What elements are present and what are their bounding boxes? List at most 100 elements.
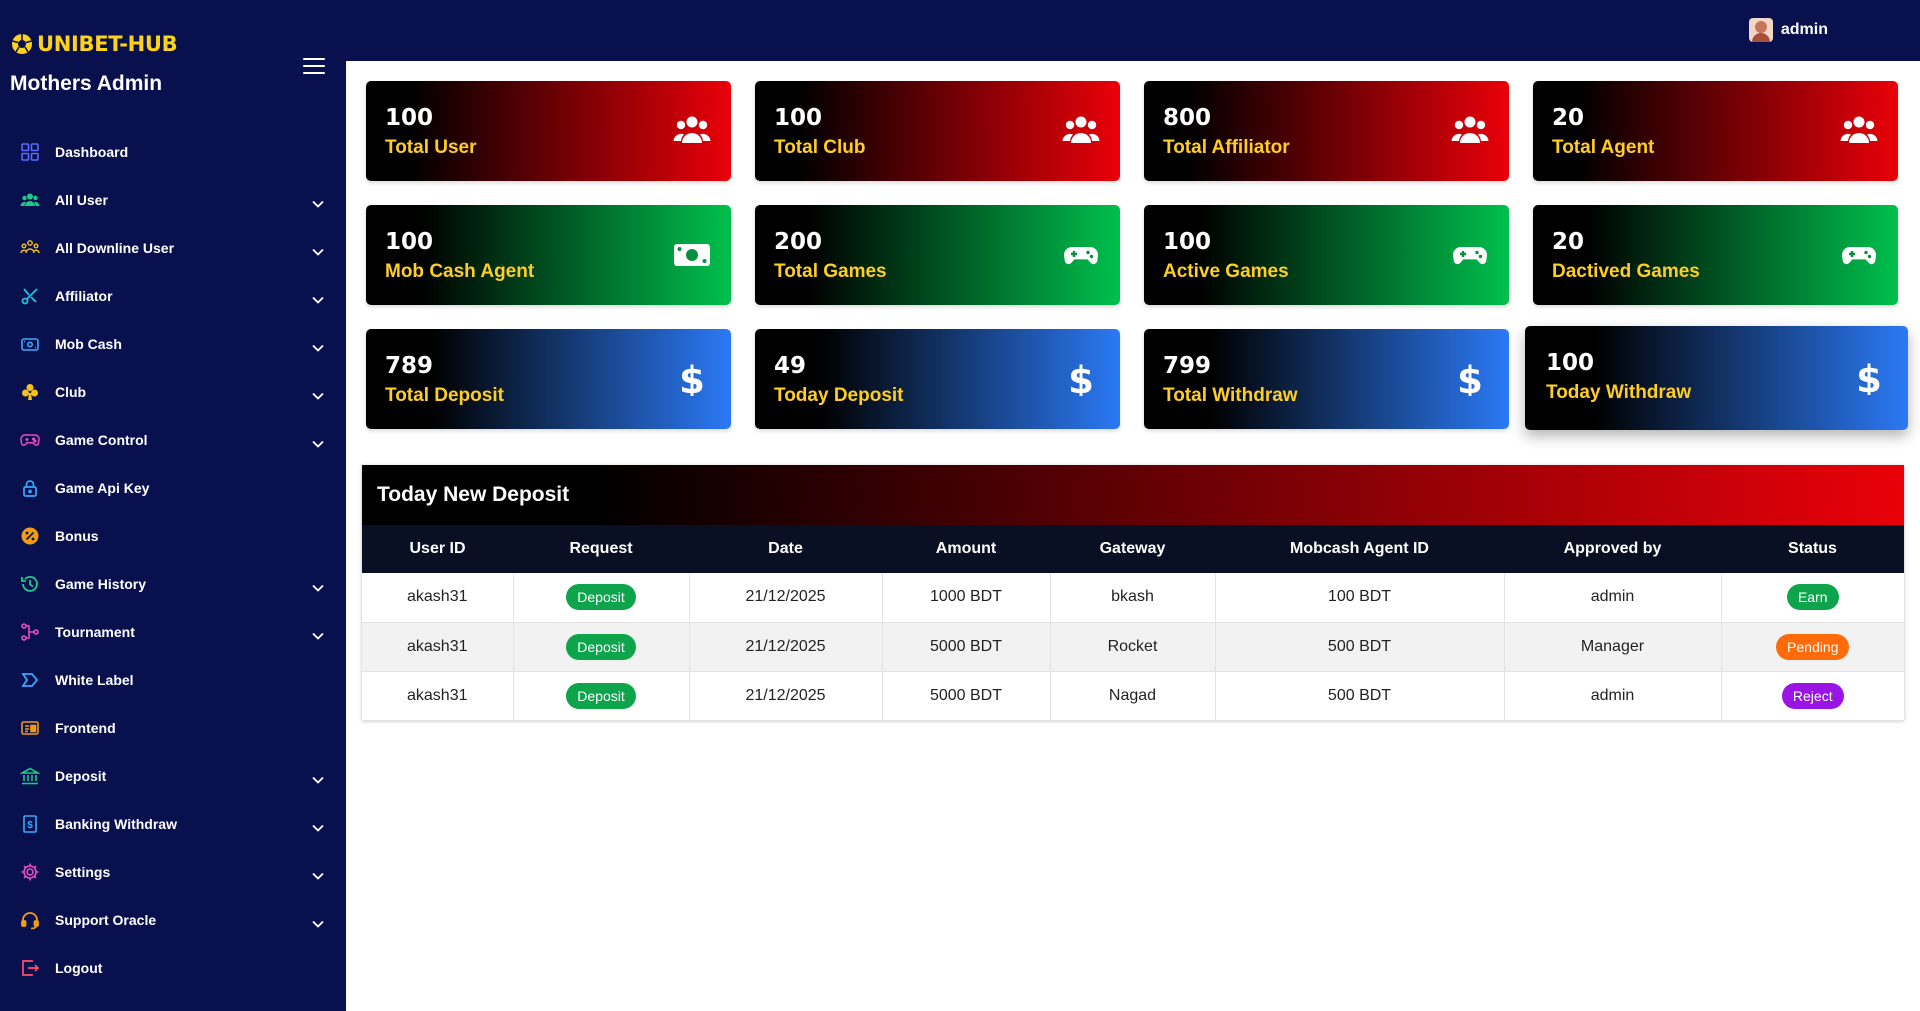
users-icon bbox=[20, 190, 40, 210]
sidebar-item-label: Game Api Key bbox=[55, 480, 150, 496]
sidebar-item-label: Banking Withdraw bbox=[55, 816, 177, 832]
sidebar-item-game-api-key[interactable]: Game Api Key bbox=[0, 464, 346, 512]
sidebar-item-label: Dashboard bbox=[55, 144, 129, 160]
chevron-down-icon[interactable] bbox=[312, 291, 324, 304]
chevron-down-icon[interactable] bbox=[312, 771, 324, 784]
sidebar: UNIBET-HUB Mothers Admin Dashboard All Us… bbox=[0, 0, 346, 1011]
brand[interactable]: UNIBET-HUB bbox=[10, 32, 178, 56]
stat-card-total-user[interactable]: 100 Total User bbox=[366, 81, 731, 181]
sidebar-item-dashboard[interactable]: Dashboard bbox=[0, 128, 346, 176]
gamepad-icon bbox=[1062, 238, 1100, 272]
sidebar-item-tournament[interactable]: Tournament bbox=[0, 608, 346, 656]
stat-label: Mob Cash Agent bbox=[385, 261, 535, 282]
cell-agent-id: 500 BDT bbox=[1215, 671, 1505, 720]
tournament-icon bbox=[20, 622, 40, 642]
users-icon bbox=[1840, 114, 1878, 148]
sidebar-item-deposit[interactable]: Deposit bbox=[0, 752, 346, 800]
stat-card-dactived-games[interactable]: 20 Dactived Games bbox=[1533, 205, 1898, 305]
sidebar-item-mob-cash[interactable]: Mob Cash bbox=[0, 320, 346, 368]
chevron-down-icon[interactable] bbox=[312, 819, 324, 832]
sidebar-item-label: Affiliator bbox=[55, 288, 113, 304]
chevron-down-icon[interactable] bbox=[312, 579, 324, 592]
cell-approved-by: admin bbox=[1504, 671, 1722, 720]
sidebar-item-affiliator[interactable]: Affiliator bbox=[0, 272, 346, 320]
scissors-icon bbox=[20, 286, 40, 306]
table-row: akash31 Deposit 21/12/2025 5000 BDT Rocket 50… bbox=[362, 622, 1904, 671]
stat-card-total-deposit[interactable]: 789 Total Deposit $ bbox=[366, 329, 731, 429]
cell-approved-by: Manager bbox=[1504, 622, 1722, 671]
sidebar-item-bonus[interactable]: Bonus bbox=[0, 512, 346, 560]
stat-card-total-withdraw[interactable]: 799 Total Withdraw $ bbox=[1144, 329, 1509, 429]
sidebar-item-logout[interactable]: Logout bbox=[0, 944, 346, 992]
sidebar-item-label: All Downline User bbox=[55, 240, 175, 256]
stat-label: Active Games bbox=[1163, 261, 1289, 282]
chevron-down-icon[interactable] bbox=[312, 867, 324, 880]
sidebar-item-game-control[interactable]: Game Control bbox=[0, 416, 346, 464]
user-menu[interactable]: admin bbox=[1748, 18, 1828, 42]
stat-card-total-agent[interactable]: 20 Total Agent bbox=[1533, 81, 1898, 181]
hamburger-menu-icon[interactable] bbox=[303, 58, 325, 74]
sidebar-item-label: Frontend bbox=[55, 720, 116, 736]
cell-amount: 5000 BDT bbox=[882, 622, 1051, 671]
stat-card-today-deposit[interactable]: 49 Today Deposit $ bbox=[755, 329, 1120, 429]
sidebar-item-label: Game Control bbox=[55, 432, 148, 448]
wallet-icon bbox=[20, 334, 40, 354]
status-badge[interactable]: Pending bbox=[1776, 633, 1850, 660]
soccer-ball-logo-icon bbox=[12, 34, 32, 54]
column-header: Status bbox=[1788, 540, 1837, 557]
stat-card-total-games[interactable]: 200 Total Games bbox=[755, 205, 1120, 305]
request-badge[interactable]: Deposit bbox=[566, 682, 636, 709]
user-name: admin bbox=[1780, 21, 1828, 38]
today-deposit-panel: Today New Deposit User ID Request Date Amou… bbox=[362, 465, 1904, 720]
svg-text:$: $ bbox=[679, 362, 705, 396]
headset-icon bbox=[20, 910, 40, 930]
status-badge[interactable]: Reject bbox=[1781, 682, 1844, 709]
sidebar-item-all-downline-user[interactable]: All Downline User bbox=[0, 224, 346, 272]
chevron-down-icon[interactable] bbox=[312, 915, 324, 928]
request-badge[interactable]: Deposit bbox=[566, 584, 636, 611]
stat-label: Total Games bbox=[774, 261, 887, 282]
stat-value: 100 bbox=[774, 105, 823, 131]
sidebar-item-game-history[interactable]: Game History bbox=[0, 560, 346, 608]
sidebar-item-all-user[interactable]: All User bbox=[0, 176, 346, 224]
sidebar-item-frontend[interactable]: Frontend bbox=[0, 704, 346, 752]
stat-card-active-games[interactable]: 100 Active Games bbox=[1144, 205, 1509, 305]
cell-date: 21/12/2025 bbox=[689, 671, 883, 720]
stat-value: 100 bbox=[1546, 350, 1595, 376]
gear-icon bbox=[20, 862, 40, 882]
sidebar-item-banking-withdraw[interactable]: $ Banking Withdraw bbox=[0, 800, 346, 848]
cell-gateway: Nagad bbox=[1050, 671, 1216, 720]
users-icon bbox=[1062, 114, 1100, 148]
stat-card-total-affiliator[interactable]: 800 Total Affiliator bbox=[1144, 81, 1509, 181]
chevron-down-icon[interactable] bbox=[312, 339, 324, 352]
column-header: Request bbox=[569, 540, 633, 557]
sidebar-item-label: Settings bbox=[55, 864, 111, 880]
cell-gateway: Rocket bbox=[1050, 622, 1216, 671]
sidebar-item-support-oracle[interactable]: Support Oracle bbox=[0, 896, 346, 944]
stat-card-total-club[interactable]: 100 Total Club bbox=[755, 81, 1120, 181]
chevron-down-icon[interactable] bbox=[312, 195, 324, 208]
stat-label: Total Deposit bbox=[385, 385, 504, 406]
stat-label: Total Club bbox=[774, 137, 866, 158]
sidebar-item-settings[interactable]: Settings bbox=[0, 848, 346, 896]
cell-request: Deposit bbox=[513, 671, 690, 720]
chevron-down-icon[interactable] bbox=[312, 387, 324, 400]
club-icon bbox=[20, 382, 40, 402]
dollar-icon: $ bbox=[673, 362, 711, 396]
chevron-down-icon[interactable] bbox=[312, 435, 324, 448]
column-header: Amount bbox=[935, 540, 997, 557]
bonus-icon bbox=[20, 526, 40, 546]
chevron-down-icon[interactable] bbox=[312, 243, 324, 256]
request-badge[interactable]: Deposit bbox=[566, 633, 636, 660]
sidebar-item-white-label[interactable]: White Label bbox=[0, 656, 346, 704]
gamepad-icon bbox=[20, 430, 40, 450]
dollar-icon: $ bbox=[1451, 362, 1489, 396]
chevron-down-icon[interactable] bbox=[312, 627, 324, 640]
stat-card-today-withdraw[interactable]: 100 Today Withdraw $ bbox=[1525, 326, 1908, 430]
grid-icon bbox=[20, 142, 40, 162]
column-header: Mobcash Agent ID bbox=[1290, 540, 1429, 557]
stat-card-mob-cash-agent[interactable]: 100 Mob Cash Agent bbox=[366, 205, 731, 305]
sidebar-item-club[interactable]: Club bbox=[0, 368, 346, 416]
status-badge[interactable]: Earn bbox=[1786, 584, 1839, 611]
cell-gateway: bkash bbox=[1050, 573, 1216, 622]
